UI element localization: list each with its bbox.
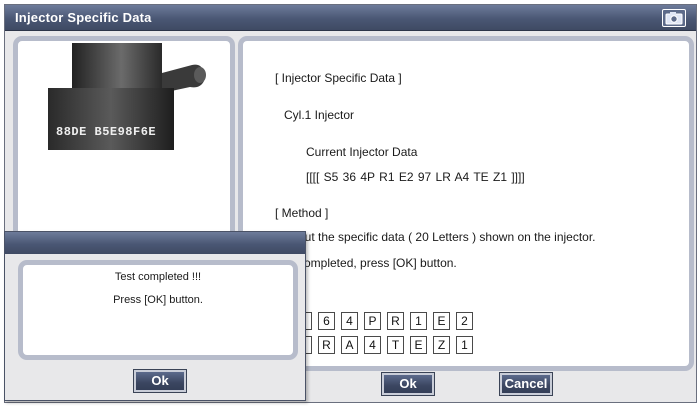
ok-button[interactable]: Ok: [381, 372, 435, 396]
method-instruction-2: completed, press [OK] button.: [298, 256, 457, 270]
window-title: Injector Specific Data: [15, 10, 152, 25]
injector-code-label: 88DE B5E98F6E: [56, 125, 156, 139]
dialog-message-line-2: Press [OK] button.: [113, 294, 203, 306]
data-input-cell[interactable]: E: [410, 336, 427, 354]
data-input-cell[interactable]: Z: [433, 336, 450, 354]
content-panel: [ Injector Specific Data ] Cyl.1 Injecto…: [238, 36, 694, 371]
dialog-title-bar: [5, 232, 305, 254]
cylinder-label: Cyl.1 Injector: [284, 108, 355, 122]
data-input-cell[interactable]: A: [341, 336, 358, 354]
data-input-cell[interactable]: 1: [410, 312, 427, 330]
data-input-cell[interactable]: 1: [456, 336, 473, 354]
injector-photo: 88DE B5E98F6E: [42, 43, 212, 173]
data-input-cell[interactable]: 4: [364, 336, 381, 354]
current-data-label: Current Injector Data: [306, 145, 418, 159]
cancel-button[interactable]: Cancel: [499, 372, 553, 396]
title-bar: Injector Specific Data: [5, 5, 696, 31]
data-input-cell[interactable]: 2: [456, 312, 473, 330]
dialog-message-line-1: Test completed !!!: [114, 271, 202, 283]
camera-icon[interactable]: [662, 9, 686, 27]
dialog-message-panel: Test completed !!! Press [OK] button.: [18, 260, 298, 360]
dialog-ok-button[interactable]: Ok: [133, 369, 187, 393]
data-input-cell[interactable]: 6: [318, 312, 335, 330]
data-input-cell[interactable]: R: [318, 336, 335, 354]
method-heading: [ Method ]: [275, 206, 329, 220]
data-input-row-2: R A 4 T E Z 1: [295, 336, 473, 354]
data-input-cell[interactable]: E: [433, 312, 450, 330]
data-input-cell[interactable]: R: [387, 312, 404, 330]
data-input-cell[interactable]: T: [387, 336, 404, 354]
test-completed-dialog: Test completed !!! Press [OK] button. Ok: [4, 231, 306, 401]
data-input-row-1: 6 4 P R 1 E 2: [295, 312, 473, 330]
data-input-cell[interactable]: P: [364, 312, 381, 330]
method-instruction-1: but the specific data ( 20 Letters ) sho…: [298, 230, 596, 244]
data-input-cell[interactable]: 4: [341, 312, 358, 330]
current-data-value: [[[[ S5 36 4P R1 E2 97 LR A4 TE Z1 ]]]]: [306, 170, 525, 184]
section-heading: [ Injector Specific Data ]: [275, 71, 402, 85]
injector-image-panel: 88DE B5E98F6E: [13, 36, 235, 241]
